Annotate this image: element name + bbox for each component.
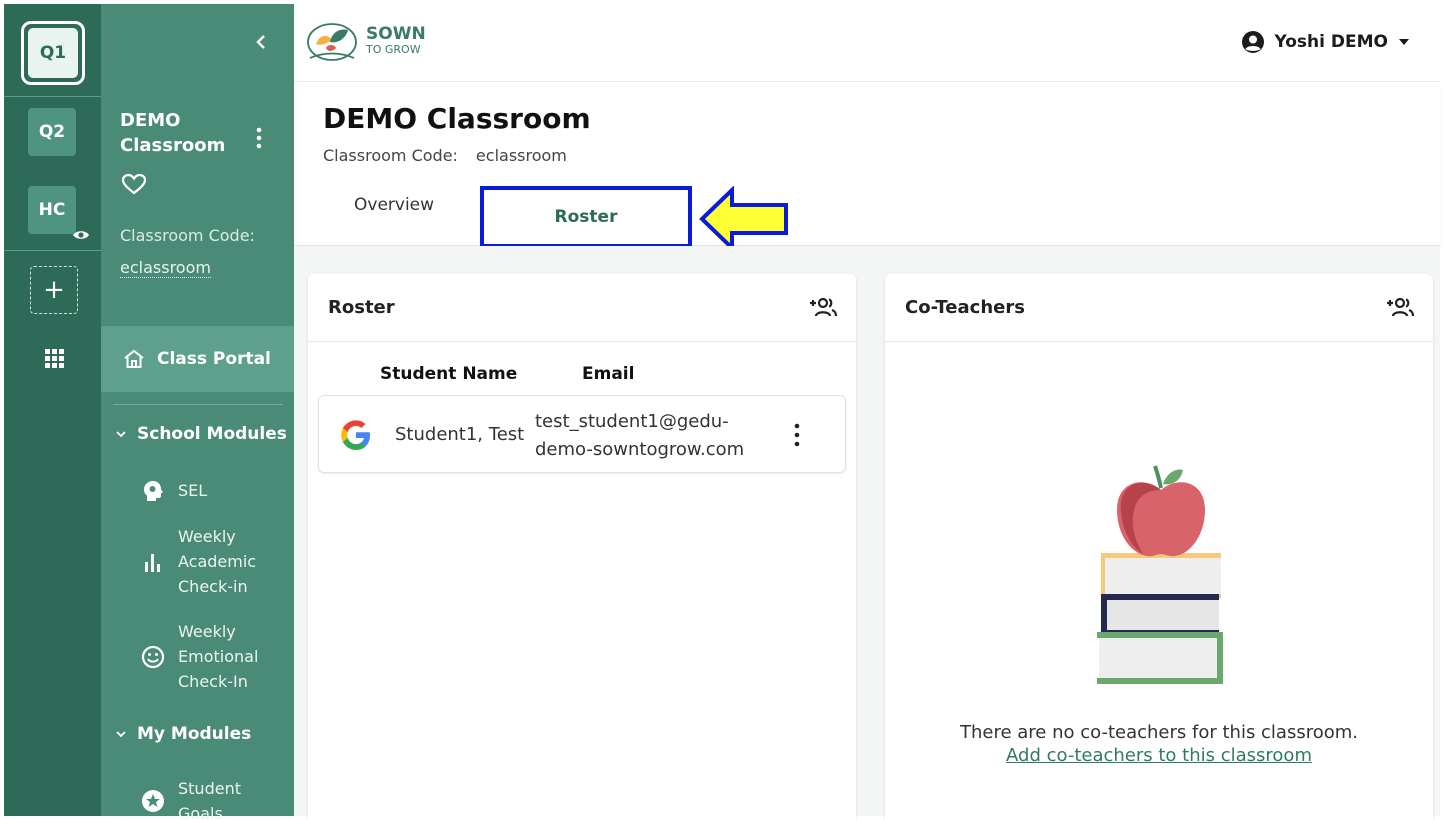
google-icon	[341, 420, 370, 450]
rail-item-hc[interactable]: HC	[28, 186, 89, 239]
caret-down-icon	[1399, 39, 1409, 45]
card-title: Roster	[328, 297, 395, 318]
smiley-icon	[141, 645, 165, 668]
module-label-line: Student	[178, 779, 241, 798]
page-classroom-code: Classroom Code: eclassroom	[323, 146, 567, 165]
more-vertical-icon[interactable]	[251, 127, 267, 149]
tab-label: Roster	[554, 207, 618, 227]
star-badge-icon	[142, 790, 164, 812]
module-label: Weekly Academic Check-in	[178, 524, 256, 599]
brand-top: SOWN	[366, 24, 426, 44]
page-title: DEMO Classroom	[323, 102, 591, 135]
apps-grid-icon[interactable]	[44, 348, 64, 368]
card-title: Co-Teachers	[905, 297, 1025, 318]
bar-chart-icon	[145, 553, 160, 572]
sidebar-item-sel[interactable]: SEL	[141, 478, 207, 503]
sidebar-item-student-goals[interactable]: Student Goals	[141, 776, 241, 820]
student-name: Student1, Test	[395, 424, 525, 445]
table-row: Student1, Test test_student1@gedu- demo-…	[318, 395, 846, 473]
brand-name: SOWN TO GROW	[366, 24, 426, 57]
section-school-modules[interactable]: School Modules	[115, 424, 287, 444]
home-icon	[124, 349, 144, 368]
rail-item-label: Q1	[28, 28, 78, 78]
rail-item-q2[interactable]: Q2	[28, 108, 76, 156]
apple-books-illustration	[1097, 465, 1223, 684]
tab-overview[interactable]: Overview	[354, 195, 434, 215]
sidebar-class-name: DEMO Classroom	[120, 108, 225, 158]
module-label-line: Weekly	[178, 527, 236, 546]
add-co-teachers-link[interactable]: Add co-teachers to this classroom	[885, 745, 1433, 766]
more-vertical-icon[interactable]	[789, 422, 805, 448]
co-teachers-card: Co-Teachers There are no co-teachers for…	[885, 274, 1433, 820]
code-value: eclassroom	[475, 146, 567, 165]
brand-bottom: TO GROW	[366, 43, 421, 56]
module-label: SEL	[178, 481, 208, 500]
column-header-email: Email	[582, 364, 635, 384]
rail-divider	[4, 250, 101, 251]
roster-card-header: Roster	[308, 274, 856, 342]
chevron-down-icon	[116, 731, 126, 738]
module-label: Student Goals	[178, 776, 241, 820]
module-label-line: Check-In	[178, 672, 248, 691]
rail-divider	[4, 96, 101, 97]
add-co-teacher-icon[interactable]	[1385, 296, 1415, 320]
module-label-line: Weekly	[178, 622, 236, 641]
module-label-line: Goals	[178, 804, 223, 820]
page-header: DEMO Classroom Classroom Code: eclassroom…	[294, 82, 1440, 252]
classroom-rail: Q1 Q2 HC +	[4, 4, 101, 816]
column-header-student-name: Student Name	[380, 364, 518, 384]
rail-item-q1[interactable]: Q1	[21, 21, 85, 85]
class-name-line: DEMO	[120, 110, 181, 131]
heart-icon[interactable]	[121, 173, 147, 195]
section-label: My Modules	[137, 724, 252, 744]
sidebar-divider	[113, 404, 283, 405]
sown-to-grow-logo[interactable]	[306, 22, 358, 66]
module-label-line: Academic	[178, 552, 257, 571]
co-teachers-card-header: Co-Teachers	[885, 274, 1433, 342]
sidebar-code-label: Classroom Code:	[120, 226, 255, 245]
top-bar: SOWN TO GROW Yoshi DEMO	[294, 4, 1440, 82]
module-label-line: Check-in	[178, 577, 248, 596]
sidebar-item-class-portal[interactable]: Class Portal	[101, 326, 294, 392]
section-label: School Modules	[137, 424, 287, 444]
chevron-left-icon[interactable]	[254, 34, 268, 50]
sidebar-code-value[interactable]: eclassroom	[120, 258, 211, 278]
eye-icon	[73, 231, 89, 239]
code-label: Classroom Code:	[323, 146, 458, 165]
add-classroom-button[interactable]: +	[30, 266, 78, 314]
rail-item-label: HC	[38, 200, 66, 220]
section-my-modules[interactable]: My Modules	[115, 724, 251, 744]
add-student-icon[interactable]	[808, 296, 838, 320]
rail-item-label: Q2	[38, 122, 66, 142]
brain-head-icon	[144, 480, 163, 501]
user-menu[interactable]: Yoshi DEMO	[1241, 30, 1411, 54]
class-name-line: Classroom	[120, 135, 226, 156]
module-label: Weekly Emotional Check-In	[178, 619, 258, 694]
sidebar: DEMO Classroom Classroom Code: eclassroo…	[101, 4, 294, 820]
empty-state-text: There are no co-teachers for this classr…	[959, 722, 1359, 743]
module-label-line: Emotional	[178, 647, 259, 666]
sidebar-item-weekly-academic-check-in[interactable]: Weekly Academic Check-in	[141, 524, 256, 599]
student-email: test_student1@gedu- demo-sowntogrow.com	[535, 408, 765, 464]
user-circle-icon	[1241, 31, 1264, 53]
main-content: Roster Student Name Email Student1, Test…	[294, 246, 1440, 820]
chevron-down-icon	[116, 431, 126, 438]
sidebar-item-weekly-emotional-check-in[interactable]: Weekly Emotional Check-In	[141, 619, 258, 694]
email-line: test_student1@gedu-	[535, 411, 729, 432]
sidebar-item-label: Class Portal	[157, 349, 271, 369]
tab-roster[interactable]: Roster	[480, 186, 692, 248]
email-line: demo-sowntogrow.com	[535, 439, 745, 460]
arrow-left-icon	[699, 186, 788, 252]
user-name: Yoshi DEMO	[1274, 32, 1389, 52]
roster-card: Roster Student Name Email Student1, Test…	[308, 274, 856, 820]
